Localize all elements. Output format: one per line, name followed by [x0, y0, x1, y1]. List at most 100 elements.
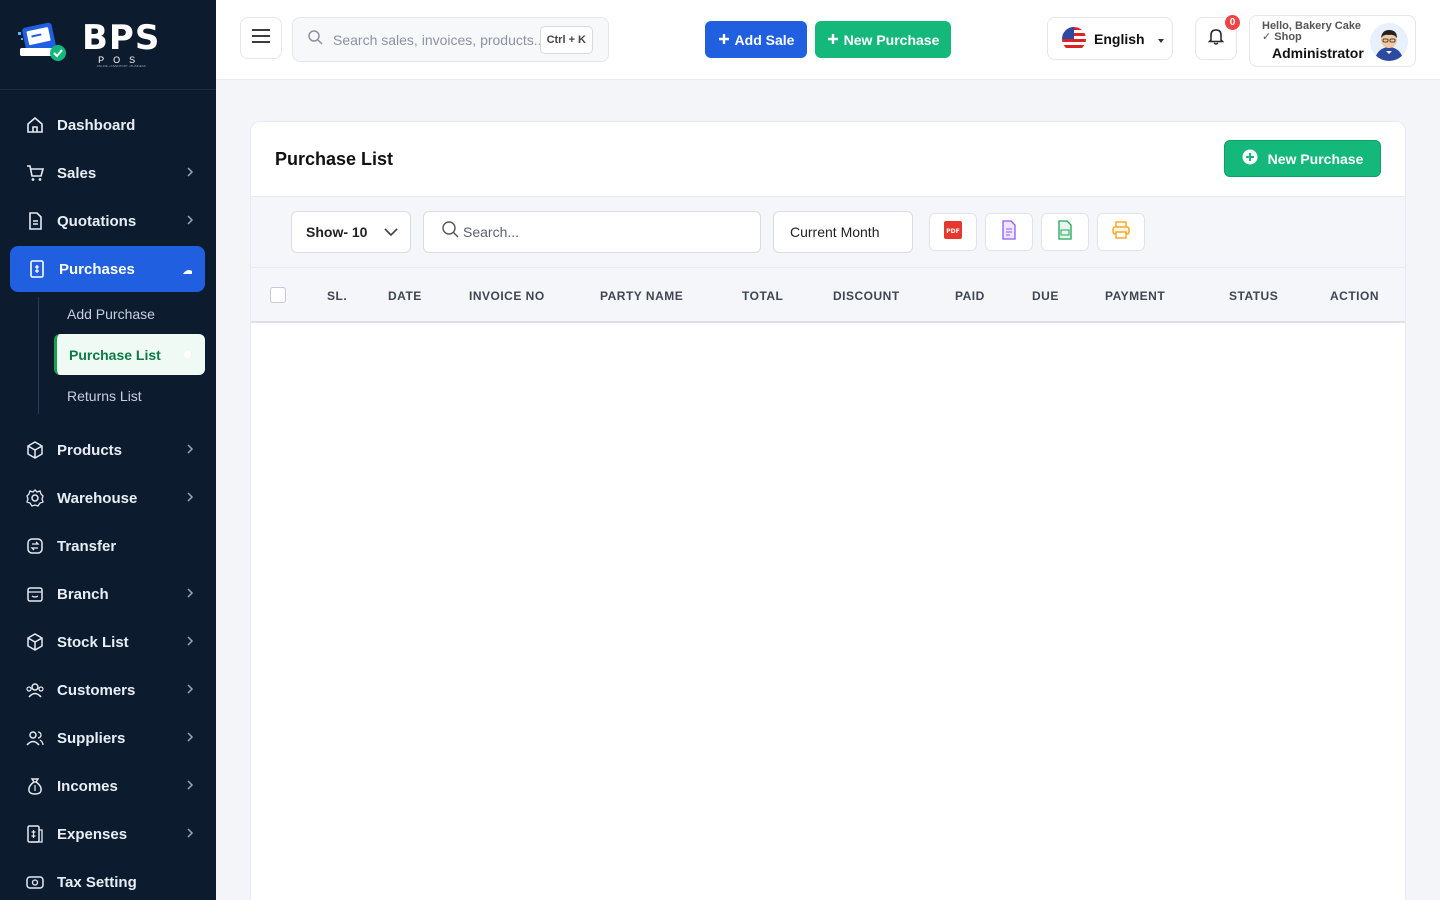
sidebar-item-label: Expenses: [57, 825, 128, 843]
active-dot-icon: [184, 351, 191, 358]
chevron-right-icon: [186, 826, 194, 843]
pos-terminal-icon: [18, 22, 72, 68]
column-header-invoice-no[interactable]: INVOICE NO: [469, 289, 545, 303]
sidebar: BPS POS ONLINE • INVENTORY • BUSINESS Da…: [0, 0, 216, 900]
sidebar-item-incomes[interactable]: Incomes: [0, 762, 216, 810]
page-size-label: Show- 10: [306, 224, 368, 240]
receipt-icon: [26, 258, 48, 280]
submenu-item-returns-list[interactable]: Returns List: [54, 375, 205, 416]
column-header-date[interactable]: DATE: [388, 289, 422, 303]
sidebar-item-label: Products: [57, 441, 123, 459]
global-search-input[interactable]: Search sales, invoices, products... Ctrl…: [292, 17, 609, 62]
pdf-label: PDF: [946, 228, 959, 235]
column-header-due[interactable]: DUE: [1032, 289, 1059, 303]
chevron-right-icon: [186, 165, 194, 182]
sidebar-item-label: Purchases: [59, 260, 135, 278]
sidebar-item-label: Stock List: [57, 633, 129, 651]
chevron-right-icon: [186, 442, 194, 459]
printer-icon: [1112, 220, 1130, 244]
cart-icon: [24, 162, 46, 184]
column-header-paid[interactable]: PAID: [955, 289, 985, 303]
search-icon: [442, 221, 459, 243]
column-header-total[interactable]: TOTAL: [742, 289, 783, 303]
language-label: English: [1094, 30, 1145, 47]
table-search-placeholder: Search...: [463, 224, 520, 240]
table-toolbar: Show- 10 Search... Current Month PDF: [251, 197, 1405, 268]
document-icon: [1000, 219, 1018, 245]
home-icon: [24, 114, 46, 136]
card-header: Purchase List New Purchase: [251, 122, 1405, 197]
language-selector[interactable]: English: [1047, 17, 1173, 60]
period-filter-select[interactable]: Current Month: [773, 211, 913, 253]
document-icon: [24, 210, 46, 232]
plus-circle-icon: [1242, 149, 1258, 168]
select-all-checkbox[interactable]: [270, 287, 286, 303]
us-flag-icon: [1062, 26, 1086, 51]
sidebar-item-dashboard[interactable]: Dashboard: [0, 101, 216, 149]
bell-icon: [1206, 26, 1226, 51]
sidebar-item-tax-setting[interactable]: Tax Setting: [0, 858, 216, 900]
column-header-action[interactable]: ACTION: [1330, 289, 1379, 303]
brand-title: BPS: [82, 18, 161, 58]
submenu-item-add-purchase[interactable]: Add Purchase: [54, 293, 205, 334]
sidebar-item-customers[interactable]: Customers: [0, 666, 216, 714]
column-header-party-name[interactable]: PARTY NAME: [600, 289, 683, 303]
chevron-right-icon: [186, 730, 194, 747]
csv-icon: [1056, 219, 1074, 245]
submenu-item-purchase-list[interactable]: Purchase List: [54, 334, 205, 375]
sidebar-item-label: Transfer: [57, 537, 117, 555]
brand-logo[interactable]: BPS POS ONLINE • INVENTORY • BUSINESS: [0, 0, 216, 90]
page-size-select[interactable]: Show- 10: [291, 211, 411, 253]
column-header-status[interactable]: STATUS: [1229, 289, 1278, 303]
sidebar-nav: Dashboard Sales Quotations Purchases Add…: [0, 90, 216, 900]
sidebar-item-purchases[interactable]: Purchases: [10, 246, 205, 292]
menu-toggle-button[interactable]: [240, 17, 282, 59]
period-label: Current Month: [790, 224, 880, 240]
expense-icon: [24, 823, 46, 845]
sidebar-item-warehouse[interactable]: Warehouse: [0, 474, 216, 522]
table-header-row: SL. DATE INVOICE NO PARTY NAME TOTAL DIS…: [251, 268, 1405, 323]
user-role: Administrator: [1272, 45, 1364, 61]
sidebar-item-expenses[interactable]: Expenses: [0, 810, 216, 858]
shortcut-hint: Ctrl + K: [539, 26, 593, 54]
sidebar-item-quotations[interactable]: Quotations: [0, 197, 216, 245]
chevron-right-icon: [186, 634, 194, 651]
sidebar-item-products[interactable]: Products: [0, 426, 216, 474]
column-header-payment[interactable]: PAYMENT: [1105, 289, 1165, 303]
chevron-right-icon: [186, 586, 194, 603]
sidebar-item-label: Dashboard: [57, 116, 136, 134]
column-header-discount[interactable]: DISCOUNT: [833, 289, 900, 303]
cube-icon: [24, 631, 46, 653]
sidebar-item-transfer[interactable]: Transfer: [0, 522, 216, 570]
purchases-submenu: Add Purchase Purchase List Returns List: [0, 293, 216, 426]
sidebar-item-label: Sales: [57, 164, 97, 182]
topbar: Search sales, invoices, products... Ctrl…: [216, 0, 1440, 80]
export-pdf-button[interactable]: PDF: [929, 213, 977, 251]
brand-tagline: ONLINE • INVENTORY • BUSINESS: [96, 64, 146, 68]
sidebar-item-label: Warehouse: [57, 489, 138, 507]
notification-count-badge: 0: [1225, 15, 1240, 30]
add-sale-label: Add Sale: [734, 31, 795, 48]
avatar: [1370, 23, 1408, 61]
export-csv-button[interactable]: [1041, 213, 1089, 251]
new-purchase-top-button[interactable]: New Purchase: [815, 21, 951, 58]
new-purchase-button[interactable]: New Purchase: [1224, 140, 1381, 177]
chevron-right-icon: [186, 213, 194, 230]
sidebar-item-label: Incomes: [57, 777, 118, 795]
sidebar-item-suppliers[interactable]: Suppliers: [0, 714, 216, 762]
sidebar-item-branch[interactable]: Branch: [0, 570, 216, 618]
table-search-input[interactable]: Search...: [423, 211, 761, 253]
add-sale-button[interactable]: Add Sale: [705, 21, 807, 58]
sidebar-item-sales[interactable]: Sales: [0, 149, 216, 197]
column-header-sl[interactable]: SL.: [327, 289, 347, 303]
pdf-icon: PDF: [943, 220, 963, 245]
sidebar-item-stock-list[interactable]: Stock List: [0, 618, 216, 666]
print-button[interactable]: [1097, 213, 1145, 251]
submenu-item-label: Purchase List: [69, 346, 161, 363]
store-icon: [24, 583, 46, 605]
page-title: Purchase List: [275, 149, 394, 169]
hamburger-icon: [251, 28, 271, 49]
user-menu[interactable]: Hello, Bakery Cake ✓ Shop Administrator: [1249, 15, 1416, 67]
chevron-down-icon: [384, 224, 398, 243]
export-document-button[interactable]: [985, 213, 1033, 251]
